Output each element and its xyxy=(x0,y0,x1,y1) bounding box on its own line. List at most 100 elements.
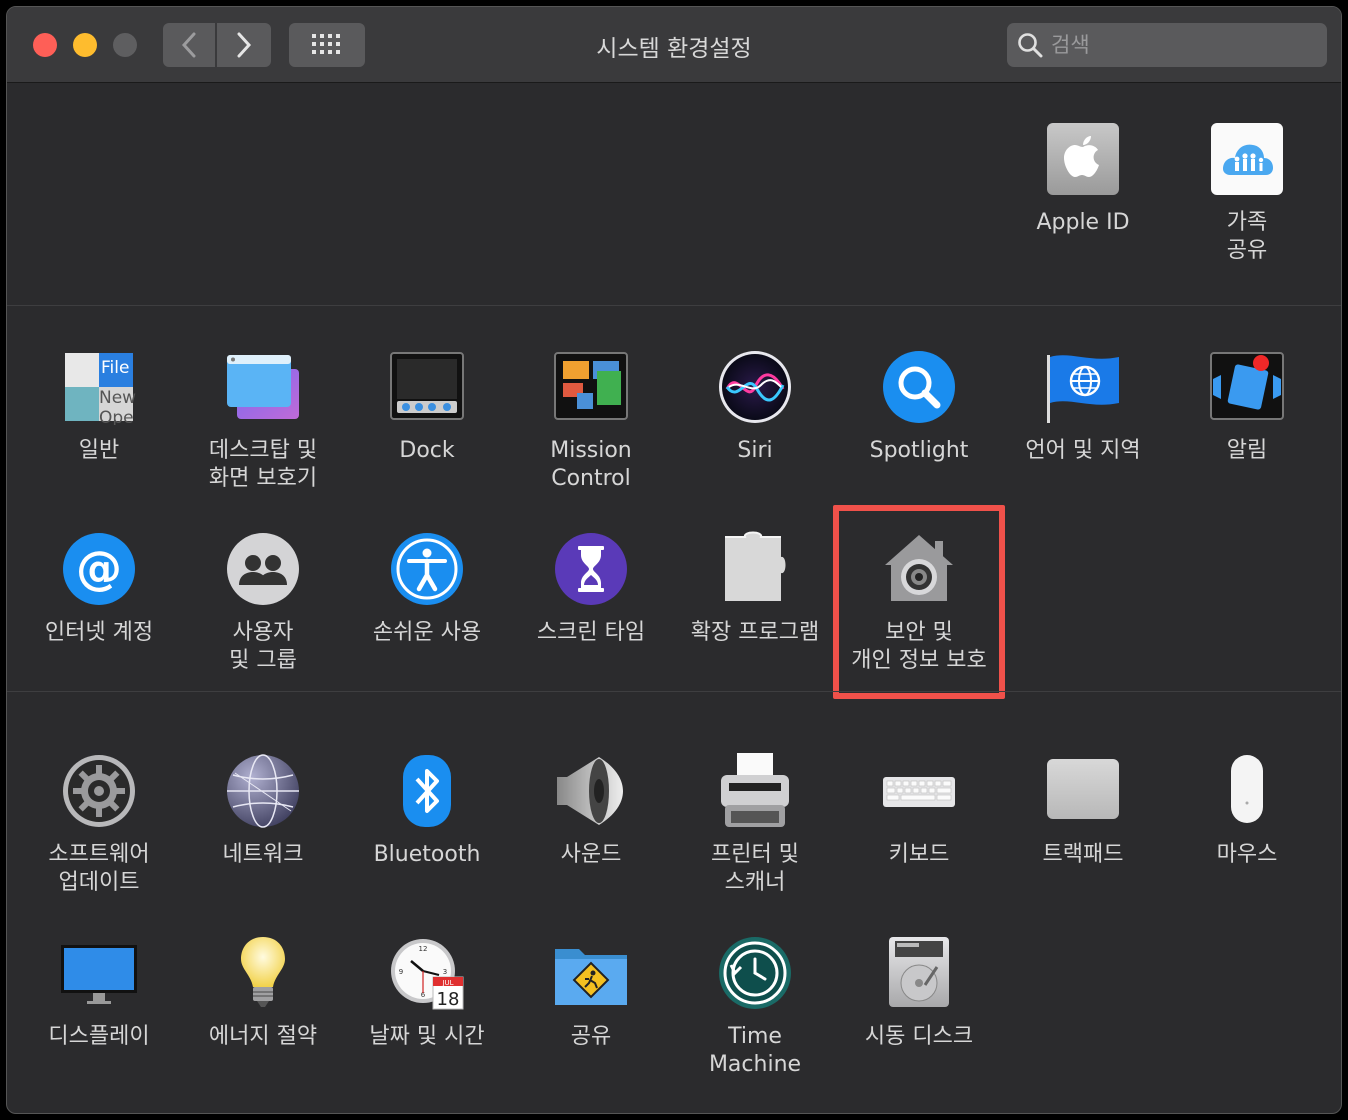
general-icon-text3: Ope xyxy=(99,408,134,425)
pane-label: 공유 xyxy=(570,1024,612,1049)
svg-text:3: 3 xyxy=(443,968,447,976)
users-icon xyxy=(225,531,301,607)
pane-extensions[interactable]: 확장 프로그램 xyxy=(680,531,830,647)
security-house-icon xyxy=(881,531,957,607)
at-icon: @ xyxy=(61,531,137,607)
pane-security-privacy[interactable]: 보안 및 개인 정보 보호 xyxy=(844,531,994,675)
siri-icon xyxy=(717,349,793,425)
pane-desktop-screensaver[interactable]: 데스크탑 및 화면 보호기 xyxy=(188,349,338,493)
general-icon: File New Ope xyxy=(61,349,137,425)
search-icon xyxy=(1018,33,1043,58)
pane-spotlight[interactable]: Spotlight xyxy=(844,349,994,465)
pane-software-update[interactable]: 소프트웨어 업데이트 xyxy=(24,753,174,897)
spotlight-icon xyxy=(881,349,957,425)
pane-siri[interactable]: Siri xyxy=(680,349,830,465)
puzzle-icon xyxy=(717,531,793,607)
pane-label: 네트워크 xyxy=(222,842,304,867)
pane-label: Mission Control xyxy=(550,438,632,491)
svg-text:@: @ xyxy=(76,541,122,595)
hard-disk-icon xyxy=(881,935,957,1011)
speaker-icon xyxy=(553,753,629,829)
mission-control-icon xyxy=(553,349,629,425)
pane-sound[interactable]: 사운드 xyxy=(516,753,666,869)
pane-label: Time Machine xyxy=(708,1024,802,1077)
titlebar: 시스템 환경설정 xyxy=(7,7,1341,83)
pane-printers-scanners[interactable]: 프린터 및 스캐너 xyxy=(680,753,830,897)
dock-icon xyxy=(389,349,465,425)
pane-label: 에너지 절약 xyxy=(208,1024,318,1049)
pane-apple-id[interactable]: Apple ID xyxy=(1008,121,1158,237)
network-globe-icon xyxy=(225,753,301,829)
pane-internet-accounts[interactable]: @ 인터넷 계정 xyxy=(24,531,174,647)
pane-label: 트랙패드 xyxy=(1042,842,1124,867)
pane-family-sharing[interactable]: 가족 공유 xyxy=(1172,121,1322,265)
pane-label: 프린터 및 스캐너 xyxy=(711,842,799,895)
display-icon xyxy=(61,935,137,1011)
search-input[interactable] xyxy=(1051,33,1311,57)
pane-label: Bluetooth xyxy=(373,842,481,867)
mouse-icon xyxy=(1209,753,1285,829)
pane-general[interactable]: File New Ope 일반 xyxy=(24,349,174,465)
svg-text:12: 12 xyxy=(419,945,428,953)
trackpad-icon xyxy=(1045,753,1121,829)
family-icon xyxy=(1209,121,1285,197)
pane-label: 사운드 xyxy=(560,842,622,867)
pane-bluetooth[interactable]: Bluetooth xyxy=(352,753,502,869)
apple-icon xyxy=(1045,121,1121,197)
pane-accessibility[interactable]: 손쉬운 사용 xyxy=(352,531,502,647)
pane-label: Dock xyxy=(399,438,455,463)
time-machine-icon xyxy=(717,935,793,1011)
pane-label: 언어 및 지역 xyxy=(1025,438,1141,463)
pane-energy-saver[interactable]: 에너지 절약 xyxy=(188,935,338,1051)
pane-notifications[interactable]: 알림 xyxy=(1172,349,1322,465)
hourglass-icon xyxy=(553,531,629,607)
pane-label: 확장 프로그램 xyxy=(690,620,820,645)
pane-label: 마우스 xyxy=(1216,842,1278,867)
pane-dock[interactable]: Dock xyxy=(352,349,502,465)
pane-date-time[interactable]: 12 3 6 9 JUL 18 날짜 및 시간 xyxy=(352,935,502,1051)
pane-label: 보안 및 개인 정보 보호 xyxy=(851,620,987,673)
notifications-icon xyxy=(1209,349,1285,425)
pane-label: 스크린 타임 xyxy=(536,620,646,645)
pane-label: 디스플레이 xyxy=(48,1024,150,1049)
clock-calendar-icon: 12 3 6 9 JUL 18 xyxy=(389,935,465,1011)
pane-mission-control[interactable]: Mission Control xyxy=(516,349,666,493)
gear-icon xyxy=(61,753,137,829)
pane-network[interactable]: 네트워크 xyxy=(188,753,338,869)
pane-label: 사용자 및 그룹 xyxy=(229,620,297,673)
pane-label: Siri xyxy=(737,438,773,463)
pane-label: 일반 xyxy=(78,438,120,463)
pane-language-region[interactable]: 언어 및 지역 xyxy=(1008,349,1158,465)
pane-time-machine[interactable]: Time Machine xyxy=(680,935,830,1079)
pane-label: 소프트웨어 업데이트 xyxy=(48,842,150,895)
pane-trackpad[interactable]: 트랙패드 xyxy=(1008,753,1158,869)
pane-label: 손쉬운 사용 xyxy=(372,620,482,645)
pane-label: 알림 xyxy=(1226,438,1268,463)
printer-icon xyxy=(717,753,793,829)
pane-label: 가족 공유 xyxy=(1226,210,1268,263)
flag-globe-icon xyxy=(1045,349,1121,425)
pane-label: Apple ID xyxy=(1036,210,1130,235)
pane-mouse[interactable]: 마우스 xyxy=(1172,753,1322,869)
pane-label: 인터넷 계정 xyxy=(44,620,154,645)
pane-screen-time[interactable]: 스크린 타임 xyxy=(516,531,666,647)
keyboard-icon xyxy=(881,753,957,829)
pane-displays[interactable]: 디스플레이 xyxy=(24,935,174,1051)
general-icon-text1: File xyxy=(101,358,129,378)
pane-label: 데스크탑 및 화면 보호기 xyxy=(208,438,318,491)
pane-startup-disk[interactable]: 시동 디스크 xyxy=(844,935,994,1051)
desktop-icon xyxy=(225,349,301,425)
calendar-month: JUL xyxy=(441,979,453,987)
pane-users-groups[interactable]: 사용자 및 그룹 xyxy=(188,531,338,675)
pane-label: 키보드 xyxy=(888,842,950,867)
lightbulb-icon xyxy=(225,935,301,1011)
general-icon-text2: New xyxy=(99,388,136,408)
pane-sharing[interactable]: 공유 xyxy=(516,935,666,1051)
calendar-day: 18 xyxy=(437,989,460,1010)
search-field[interactable] xyxy=(1007,23,1327,67)
pane-keyboard[interactable]: 키보드 xyxy=(844,753,994,869)
bluetooth-icon xyxy=(389,753,465,829)
pane-label: 날짜 및 시간 xyxy=(369,1024,485,1049)
pane-label: Spotlight xyxy=(869,438,969,463)
sharing-folder-icon xyxy=(553,935,629,1011)
